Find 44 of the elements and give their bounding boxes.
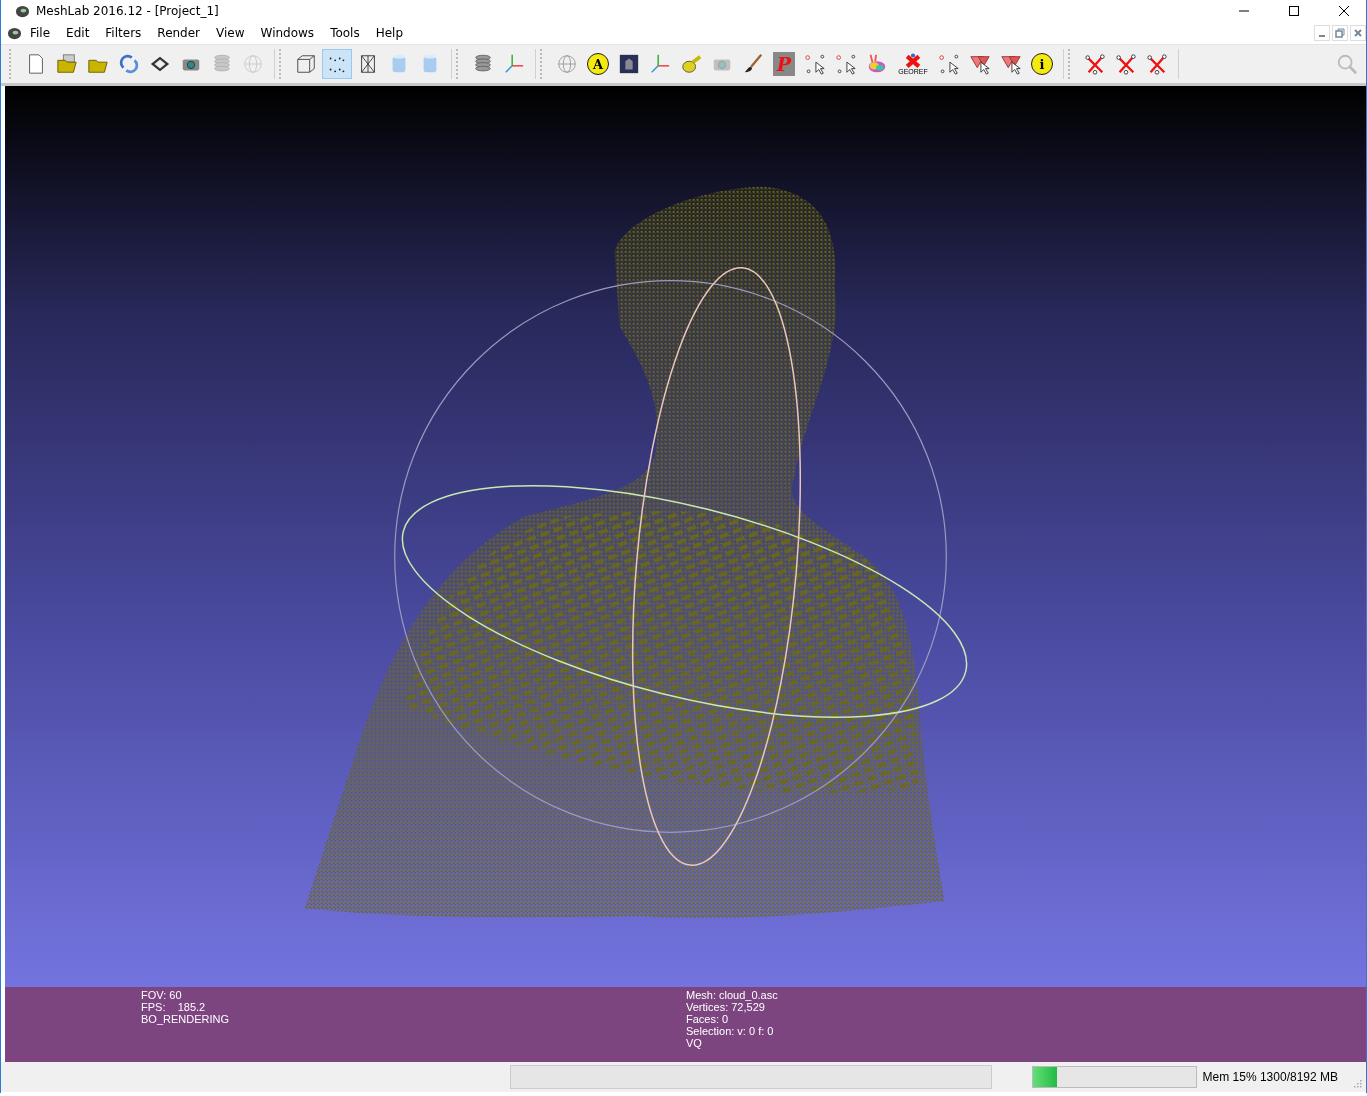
mesh-info-text: VQ — [686, 1037, 703, 1049]
triangle-select-icon — [969, 53, 991, 75]
cross-icon — [1115, 53, 1137, 75]
render-info-text: FOV: 60 — [141, 989, 183, 1001]
menu-item[interactable]: Help — [367, 26, 412, 40]
reload-icon — [118, 53, 140, 75]
cross-icon — [1084, 53, 1106, 75]
menu-item[interactable]: Tools — [322, 26, 368, 40]
cross-icon — [903, 52, 923, 68]
pointer-select-icon — [938, 53, 960, 75]
minimize-icon[interactable] — [1314, 25, 1330, 41]
close-icon[interactable] — [1338, 5, 1350, 17]
restore-icon[interactable] — [1332, 25, 1348, 41]
tape-measure-icon — [680, 53, 702, 75]
menu-item[interactable]: Render — [149, 26, 209, 40]
pointer-select-icon — [804, 53, 826, 75]
mesh-info-text: Selection: v: 0 f: 0 — [686, 1025, 775, 1037]
window-title: MeshLab 2016.12 - [Project_1] — [36, 4, 219, 18]
menu-item[interactable]: Filters — [97, 26, 150, 40]
globe-icon — [556, 53, 578, 75]
app-logo-icon — [7, 25, 22, 41]
triangle-select-icon — [1000, 53, 1022, 75]
folder-icon — [56, 53, 78, 75]
globe-icon — [242, 53, 264, 75]
menu-item[interactable]: Windows — [252, 26, 323, 40]
axes-icon — [503, 53, 525, 75]
axes-icon — [649, 53, 671, 75]
resize-grip-icon[interactable] — [1352, 1078, 1362, 1088]
render-info-text: BO_RENDERING — [141, 1013, 231, 1025]
render-info-text: FPS: 185.2 — [141, 1001, 207, 1013]
cross-icon — [1146, 53, 1168, 75]
brush-icon — [742, 53, 764, 75]
cube-icon — [295, 53, 317, 75]
building-photo-icon — [618, 53, 640, 75]
memory-reading: Mem 15% 1300/8192 MB — [1202, 1070, 1338, 1084]
mesh-info-text: Faces: 0 — [686, 1013, 730, 1025]
menu-item[interactable]: View — [208, 26, 253, 40]
pointer-select-icon — [835, 53, 857, 75]
menu-item[interactable]: File — [22, 26, 59, 40]
mesh-info-text: Vertices: 72,529 — [686, 1001, 766, 1013]
maximize-icon[interactable] — [1288, 5, 1300, 17]
app-logo-icon — [15, 3, 30, 19]
mesh-info-text: Mesh: cloud_0.asc — [686, 989, 778, 1001]
menu-item[interactable]: Edit — [58, 26, 98, 40]
